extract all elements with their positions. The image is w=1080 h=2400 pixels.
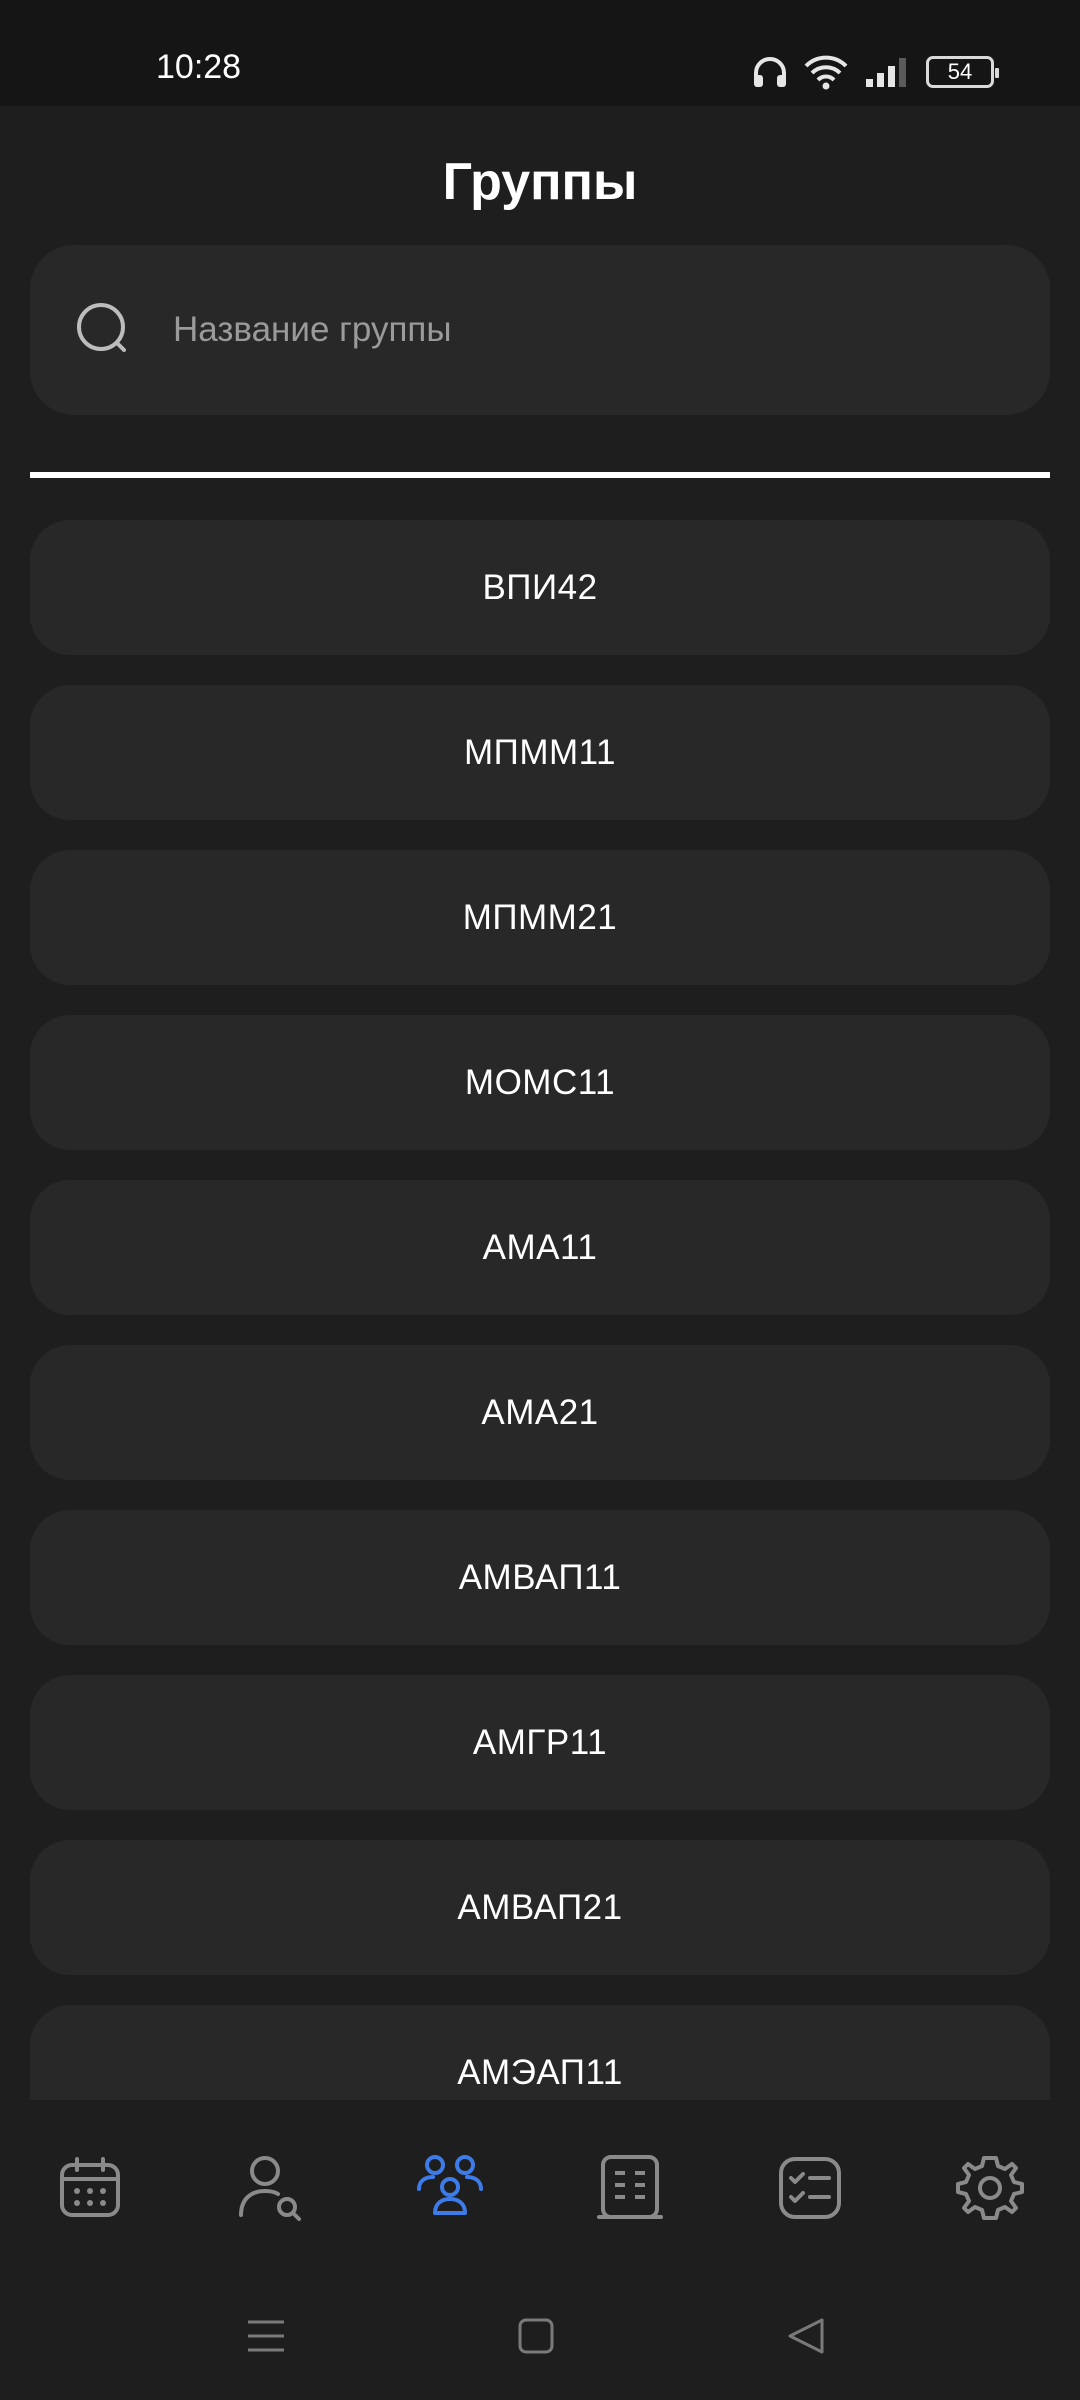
screen: 10:28 54 Группы Название группы ВПИ42 МП… [0, 0, 1080, 2400]
status-time: 10:28 [156, 48, 242, 86]
group-item[interactable]: АМВАП21 [30, 1840, 1050, 1975]
nav-buildings[interactable] [590, 2148, 670, 2228]
nav-groups[interactable] [410, 2148, 490, 2228]
group-item[interactable]: АМВАП11 [30, 1510, 1050, 1645]
page-title: Группы [442, 153, 638, 211]
search-input[interactable] [173, 295, 993, 365]
square-icon [518, 2318, 554, 2354]
groups-icon [417, 2155, 483, 2215]
group-item[interactable]: МПММ11 [30, 685, 1050, 820]
nav-tasks[interactable] [770, 2148, 850, 2228]
battery-icon: 54 [926, 56, 999, 88]
battery-level: 54 [947, 59, 973, 84]
nav-teachers[interactable] [230, 2148, 310, 2228]
back-button[interactable] [776, 2310, 836, 2362]
system-nav [0, 2270, 1080, 2400]
group-item[interactable]: АМА11 [30, 1180, 1050, 1315]
wifi-icon [804, 54, 848, 90]
group-item[interactable]: МПММ21 [30, 850, 1050, 985]
group-list[interactable]: ВПИ42 МПММ11 МПММ21 МОМС11 АМА11 АМА21 А… [30, 520, 1050, 2100]
headphones-icon [752, 55, 788, 89]
group-item[interactable]: АМА21 [30, 1345, 1050, 1480]
calendar-icon [60, 2157, 120, 2217]
user-search-icon [239, 2156, 301, 2221]
group-item[interactable]: МОМС11 [30, 1015, 1050, 1150]
back-triangle-icon [788, 2318, 824, 2354]
signal-icon [864, 55, 910, 89]
recent-apps-button[interactable] [236, 2310, 296, 2362]
bottom-nav [0, 2100, 1080, 2270]
nav-settings[interactable] [950, 2148, 1030, 2228]
checklist-icon [779, 2157, 841, 2219]
group-item[interactable]: АМЭАП11 [30, 2005, 1050, 2100]
search-icon [74, 300, 136, 362]
status-bar: 10:28 54 [0, 0, 1080, 106]
building-icon [597, 2155, 663, 2219]
group-item[interactable]: ВПИ42 [30, 520, 1050, 655]
divider [30, 472, 1050, 478]
menu-icon [248, 2320, 284, 2352]
status-icons: 54 [752, 52, 999, 92]
group-item[interactable]: АМГР11 [30, 1675, 1050, 1810]
nav-schedule[interactable] [50, 2148, 130, 2228]
search-box[interactable] [30, 245, 1050, 415]
home-button[interactable] [506, 2310, 566, 2362]
gear-icon [956, 2156, 1024, 2220]
